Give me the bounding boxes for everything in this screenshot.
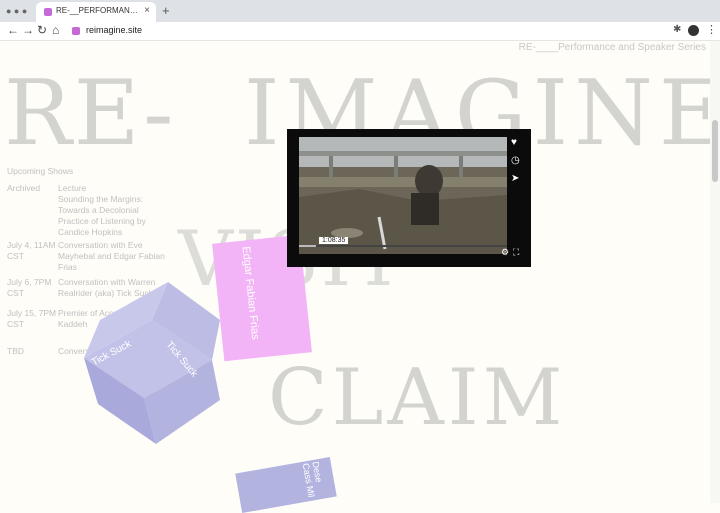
new-tab-button[interactable]: +: [162, 3, 170, 18]
extensions-icon[interactable]: ✱: [673, 24, 681, 35]
artist-card-bottom-label: Dese Cass Mil: [300, 460, 324, 499]
home-icon[interactable]: ⌂: [52, 23, 59, 37]
video-timecode: 1:08:35: [319, 237, 349, 244]
tab-title: RE-__PERFORMANCE AND SPE...: [56, 6, 140, 15]
series-title[interactable]: RE-____Performance and Speaker Series: [519, 42, 706, 53]
artist-cube[interactable]: Tick Suck Tick Suck: [84, 278, 224, 448]
browser-toolbar: ← → ↻ ⌂ reimagine.site ✱ ⋮: [0, 22, 720, 41]
clock-icon[interactable]: ◷: [511, 155, 520, 166]
tab-bar: ● ● ● RE-__PERFORMANCE AND SPE... × +: [0, 0, 720, 22]
site-favicon: [72, 27, 80, 35]
video-progress-fill: [299, 245, 316, 247]
window-controls[interactable]: ● ● ●: [6, 6, 27, 16]
schedule-heading: Upcoming Shows: [7, 166, 74, 176]
row-date: TBD: [7, 346, 24, 356]
video-progress-bar[interactable]: [299, 245, 507, 247]
close-tab-icon[interactable]: ×: [144, 5, 150, 16]
heart-icon[interactable]: ♥: [511, 137, 517, 148]
browser-tab[interactable]: RE-__PERFORMANCE AND SPE... ×: [36, 2, 156, 22]
reload-icon[interactable]: ↻: [37, 23, 47, 37]
headline-re: RE-: [4, 61, 176, 166]
artist-card-label: Edgar Fabian Frias: [239, 245, 262, 341]
scrollbar-thumb[interactable]: [712, 120, 718, 182]
video-player[interactable]: ♥ ◷ ➤ 1:08:35 ⚙ ⛶: [287, 129, 531, 267]
row-date: July 4, 11AM CST: [7, 240, 56, 261]
scrollbar[interactable]: [710, 41, 720, 503]
forward-icon[interactable]: →: [22, 23, 34, 37]
row-title[interactable]: Conversation with Eve Mayhebal and Edgar…: [58, 240, 170, 273]
menu-icon[interactable]: ⋮: [706, 23, 717, 36]
back-icon[interactable]: ←: [7, 23, 19, 37]
gear-icon[interactable]: ⚙: [501, 247, 509, 258]
send-icon[interactable]: ➤: [511, 173, 519, 184]
row-date: July 6, 7PM CST: [7, 277, 52, 298]
address-text: reimagine.site: [86, 25, 143, 35]
site-favicon: [44, 8, 52, 16]
avatar[interactable]: [688, 25, 699, 36]
schedule: Upcoming Shows Archived Lecture Sounding…: [7, 166, 169, 356]
page-content: RE-____Performance and Speaker Series RE…: [0, 41, 720, 513]
row-date: Archived: [7, 183, 41, 193]
row-title[interactable]: Lecture Sounding the Margins: Towards a …: [58, 183, 170, 238]
row-date: July 15, 7PM CST: [7, 308, 57, 329]
address-bar[interactable]: reimagine.site: [66, 24, 666, 38]
headline-claim: CLAIM: [268, 353, 567, 443]
fullscreen-icon[interactable]: ⛶: [513, 247, 519, 258]
artist-card-bottom[interactable]: Dese Cass Mil: [235, 456, 337, 513]
